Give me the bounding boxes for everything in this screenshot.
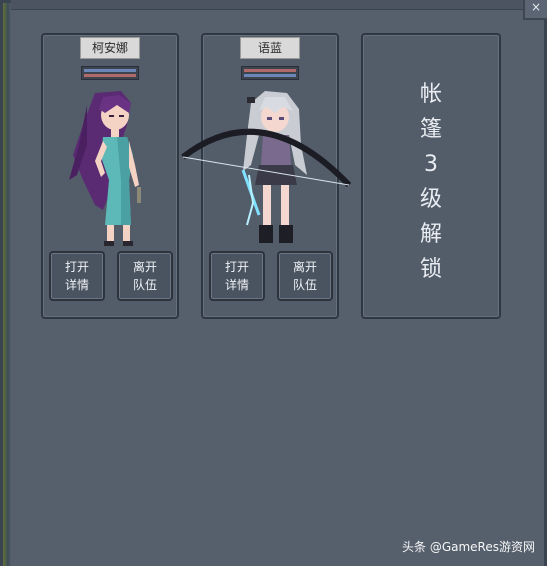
button-label-line2: 详情	[224, 278, 249, 292]
lock-char: 锁	[419, 257, 442, 282]
member-name: 语蓝	[257, 41, 282, 55]
leg-left	[107, 225, 114, 243]
close-icon: ×	[530, 0, 542, 14]
locked-party-slot: 帐 篷 3 级 解 锁	[361, 33, 501, 319]
character-sprite	[69, 91, 141, 246]
shoe-right	[123, 241, 133, 246]
leg-left	[263, 185, 271, 225]
button-label-line2: 队伍	[292, 278, 317, 292]
party-member-card-2: 语蓝 打开 详情 离开 队伍	[181, 33, 352, 319]
button-label-line1: 打开	[224, 260, 249, 274]
mp-bar	[244, 74, 296, 77]
leg-right	[281, 185, 289, 225]
open-details-button[interactable]: 打开 详情	[209, 251, 265, 301]
arm-right	[129, 141, 139, 187]
button-label-line1: 离开	[292, 260, 317, 274]
mp-bar	[84, 74, 136, 77]
lock-char: 帐	[419, 82, 442, 107]
eye-left	[267, 117, 272, 120]
boot-left	[259, 225, 273, 243]
character-sprite	[181, 91, 352, 243]
member-status-bars	[81, 66, 139, 80]
button-label-line1: 打开	[64, 260, 89, 274]
party-member-card-1: 柯安娜 打开 详情 离开 队伍	[41, 33, 179, 319]
member-name-plate: 语蓝	[240, 37, 300, 59]
watermark: 头条 @GameRes游资网	[402, 540, 535, 554]
prop-item	[137, 187, 141, 203]
button-label-line1: 离开	[132, 260, 157, 274]
lock-char: 级	[419, 187, 442, 212]
member-status-bars	[241, 66, 299, 80]
lock-char: 篷	[419, 117, 442, 142]
lock-char: 解	[419, 222, 442, 247]
panel-top-bar	[11, 0, 547, 10]
character-neck	[111, 129, 119, 137]
leg-right	[123, 225, 130, 243]
close-button[interactable]: ×	[523, 0, 547, 20]
lock-char: 3	[424, 152, 438, 177]
hp-bar	[84, 69, 136, 72]
eye-right	[119, 115, 124, 117]
eye-right	[279, 117, 284, 120]
eye-left	[109, 115, 114, 117]
button-label-line2: 详情	[64, 278, 89, 292]
unlock-requirement-text: 帐 篷 3 级 解 锁	[363, 77, 499, 287]
boot-right	[279, 225, 293, 243]
leave-party-button[interactable]: 离开 队伍	[277, 251, 333, 301]
member-name: 柯安娜	[91, 41, 128, 55]
leave-party-button[interactable]: 离开 队伍	[117, 251, 173, 301]
shoe-left	[104, 241, 114, 246]
member-name-plate: 柯安娜	[80, 37, 140, 59]
open-details-button[interactable]: 打开 详情	[49, 251, 105, 301]
hp-bar	[244, 69, 296, 72]
hair-bow	[247, 97, 255, 103]
button-label-line2: 队伍	[132, 278, 157, 292]
